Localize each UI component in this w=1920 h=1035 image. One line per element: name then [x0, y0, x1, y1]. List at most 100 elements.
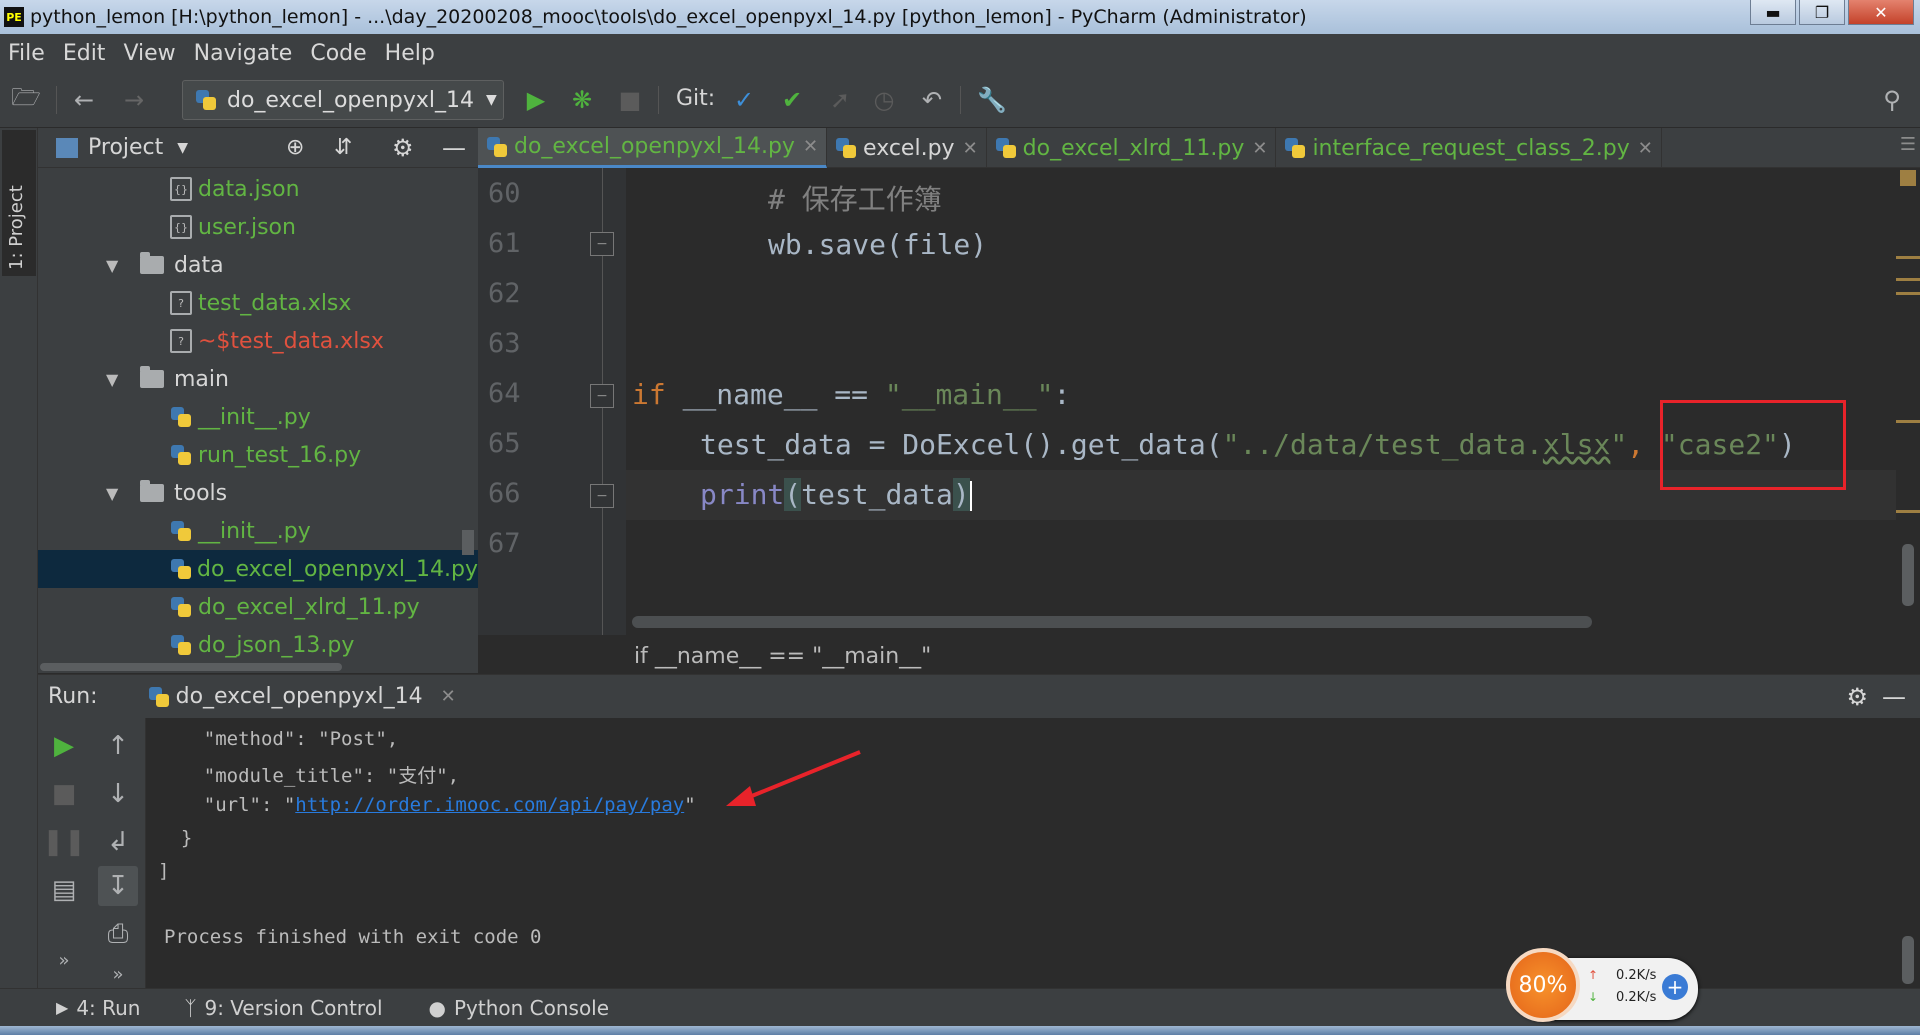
- minimize-button[interactable]: ▬: [1750, 0, 1796, 25]
- python-console-tool-button[interactable]: Python Console: [454, 996, 609, 1020]
- arrow-down-icon[interactable]: ↓: [98, 774, 138, 814]
- open-folder-icon[interactable]: 🗁: [11, 83, 41, 114]
- fold-toggle-icon[interactable]: −: [590, 232, 614, 256]
- history-clock-icon[interactable]: ◷: [870, 86, 898, 114]
- tab-interface-request-class-2[interactable]: interface_request_class_2.py ✕: [1276, 128, 1662, 168]
- menu-file[interactable]: File: [0, 41, 55, 66]
- project-view-selector[interactable]: Project: [88, 135, 163, 160]
- arrow-up-icon[interactable]: ↑: [98, 726, 138, 766]
- hide-panel-icon[interactable]: —: [442, 134, 466, 162]
- stop-icon[interactable]: ■: [616, 86, 644, 114]
- forward-arrow-icon[interactable]: →: [120, 86, 148, 114]
- tree-item[interactable]: __init__.py: [38, 398, 478, 436]
- stripe-marker[interactable]: [1896, 292, 1920, 295]
- tree-folder[interactable]: ▼ main: [38, 360, 478, 398]
- expand-arrow-icon[interactable]: ▼: [106, 484, 118, 503]
- tree-item[interactable]: do_excel_xlrd_11.py: [38, 588, 478, 626]
- json-file-icon: {}: [170, 215, 192, 239]
- console-url-link[interactable]: http://order.imooc.com/api/pay/pay: [295, 794, 684, 816]
- project-vertical-scrollbar[interactable]: [462, 530, 474, 555]
- code-token: ,: [1627, 428, 1661, 461]
- editor-error-stripe: [1896, 168, 1920, 674]
- rollback-icon[interactable]: ↶: [918, 86, 946, 114]
- editor-gutter: 60 61 62 63 64 65 66 67 − − − 💡: [478, 168, 672, 635]
- git-push-icon[interactable]: ➚: [826, 86, 854, 114]
- tree-item[interactable]: {} user.json: [38, 208, 478, 246]
- expand-arrow-icon[interactable]: ▼: [106, 256, 118, 275]
- run-console-output[interactable]: "method": "Post", "module_title": "支付", …: [146, 718, 1920, 988]
- stripe-marker[interactable]: [1896, 256, 1920, 259]
- project-horizontal-scrollbar[interactable]: [40, 663, 342, 671]
- tab-do-excel-xlrd-11[interactable]: do_excel_xlrd_11.py ✕: [987, 128, 1277, 168]
- tree-item-selected[interactable]: do_excel_openpyxl_14.py: [38, 550, 478, 588]
- tree-item[interactable]: run_test_16.py: [38, 436, 478, 474]
- pause-icon[interactable]: ❚❚: [42, 822, 86, 862]
- close-tab-icon[interactable]: ✕: [441, 686, 456, 707]
- close-tab-icon[interactable]: ✕: [1252, 138, 1267, 159]
- more-icon[interactable]: »: [44, 940, 84, 980]
- fold-toggle-icon[interactable]: −: [590, 484, 614, 508]
- tab-list-menu-icon[interactable]: ☰: [1900, 134, 1916, 155]
- annotation-red-box: [1660, 400, 1846, 490]
- search-icon[interactable]: ⚲: [1878, 86, 1906, 114]
- rerun-icon[interactable]: ▶: [44, 726, 84, 766]
- debug-bug-icon[interactable]: ❋: [568, 86, 596, 114]
- close-tab-icon[interactable]: ✕: [803, 136, 818, 157]
- hide-panel-icon[interactable]: —: [1882, 683, 1906, 711]
- run-icon[interactable]: ▶: [522, 86, 550, 114]
- menu-navigate[interactable]: Navigate: [186, 41, 303, 66]
- stop-icon[interactable]: ■: [44, 774, 84, 814]
- tree-item[interactable]: ? ~$test_data.xlsx: [38, 322, 478, 360]
- back-arrow-icon[interactable]: ←: [70, 86, 98, 114]
- inspection-status-icon[interactable]: [1900, 170, 1916, 186]
- wrench-settings-icon[interactable]: 🔧: [977, 86, 1007, 114]
- git-commit-icon[interactable]: ✔: [778, 86, 806, 114]
- stripe-marker[interactable]: [1896, 510, 1920, 513]
- gear-icon[interactable]: ⚙: [392, 134, 414, 162]
- breadcrumb[interactable]: if __name__ == "__main__": [626, 638, 1896, 674]
- run-configuration-select[interactable]: do_excel_openpyxl_14 ▼: [182, 80, 504, 120]
- run-triangle-icon: ▶: [56, 998, 69, 1017]
- expand-arrow-icon[interactable]: ▼: [106, 370, 118, 389]
- tab-do-excel-openpyxl-14[interactable]: do_excel_openpyxl_14.py ✕: [478, 128, 828, 168]
- close-button[interactable]: ✕: [1848, 0, 1914, 25]
- stripe-marker[interactable]: [1896, 278, 1920, 281]
- tree-item[interactable]: __init__.py: [38, 512, 478, 550]
- console-vertical-scrollbar[interactable]: [1902, 936, 1914, 984]
- cpu-usage-badge[interactable]: 80%: [1506, 948, 1580, 1022]
- menu-edit[interactable]: Edit: [55, 41, 116, 66]
- plus-accelerate-icon[interactable]: +: [1662, 974, 1688, 1000]
- menu-view[interactable]: View: [115, 41, 185, 66]
- gear-icon[interactable]: ⚙: [1846, 683, 1868, 711]
- stripe-marker[interactable]: [1896, 420, 1920, 423]
- layout-icon[interactable]: ▤: [44, 870, 84, 910]
- tab-excel[interactable]: excel.py ✕: [827, 128, 987, 168]
- project-tool-tab[interactable]: 1: Project: [2, 130, 36, 276]
- tree-item[interactable]: {} data.json: [38, 170, 478, 208]
- tree-folder[interactable]: ▼ tools: [38, 474, 478, 512]
- tree-folder[interactable]: ▼ data: [38, 246, 478, 284]
- close-tab-icon[interactable]: ✕: [1638, 138, 1653, 159]
- print-icon[interactable]: ⎙: [98, 914, 138, 954]
- git-update-icon[interactable]: ✓: [730, 86, 758, 114]
- fold-toggle-icon[interactable]: −: [590, 384, 614, 408]
- locate-crosshair-icon[interactable]: ⊕: [286, 135, 304, 160]
- run-tab-label[interactable]: do_excel_openpyxl_14: [176, 684, 423, 709]
- run-tool-button[interactable]: 4: Run: [76, 996, 140, 1020]
- close-tab-icon[interactable]: ✕: [963, 138, 978, 159]
- menu-help[interactable]: Help: [377, 41, 445, 66]
- editor-vertical-scrollbar[interactable]: [1902, 544, 1914, 606]
- editor-horizontal-scrollbar[interactable]: [632, 616, 1592, 628]
- tree-item[interactable]: do_json_13.py: [38, 626, 478, 664]
- maximize-button[interactable]: ❐: [1799, 0, 1845, 25]
- version-control-tool-button[interactable]: 9: Version Control: [204, 996, 382, 1020]
- menu-code[interactable]: Code: [302, 41, 376, 66]
- code-token: (: [784, 478, 802, 511]
- scroll-to-end-icon[interactable]: ↧: [98, 866, 138, 906]
- run-toolbar-primary: ▶ ■ ❚❚ ▤ »: [38, 718, 90, 988]
- run-configuration-label: do_excel_openpyxl_14: [227, 87, 474, 113]
- chevron-down-icon[interactable]: ▼: [177, 140, 188, 156]
- soft-wrap-icon[interactable]: ↲: [98, 822, 138, 862]
- collapse-all-icon[interactable]: ⇵: [334, 135, 352, 160]
- tree-item[interactable]: ? test_data.xlsx: [38, 284, 478, 322]
